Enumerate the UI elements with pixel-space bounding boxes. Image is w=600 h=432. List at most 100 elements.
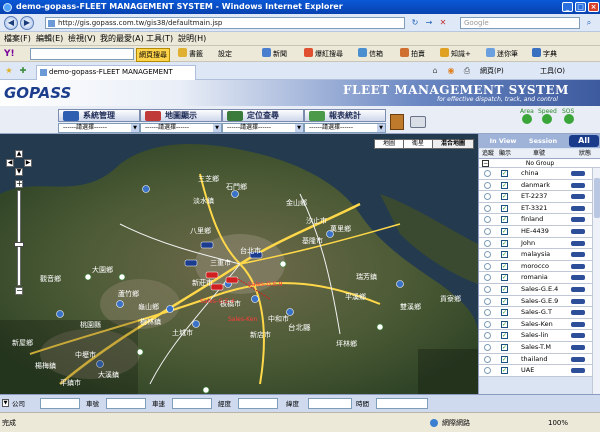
- track-radio[interactable]: [484, 332, 491, 340]
- track-radio[interactable]: [484, 274, 491, 282]
- pan-control[interactable]: ▲ ◀ ▶ ▼: [6, 150, 32, 176]
- menu-file[interactable]: 檔案(F): [4, 33, 31, 45]
- home-icon[interactable]: ⌂: [430, 66, 440, 76]
- bookmarks-button[interactable]: 書籤: [178, 48, 203, 60]
- vehicle-row[interactable]: ✓ malaysia: [479, 249, 593, 261]
- display-checkbox[interactable]: ✓: [501, 216, 508, 224]
- vehicle-row[interactable]: ✓ ET-3321: [479, 202, 593, 215]
- zoom-out-icon[interactable]: −: [15, 287, 23, 295]
- map-canvas[interactable]: [0, 134, 478, 394]
- add-favorites-icon[interactable]: ✚: [18, 66, 28, 76]
- news-button[interactable]: 新聞: [262, 48, 287, 60]
- display-checkbox[interactable]: ✓: [501, 320, 508, 328]
- hot-search-button[interactable]: 爆紅搜尋: [304, 48, 343, 60]
- zoom-slider-thumb[interactable]: [14, 242, 24, 247]
- vehicle-row[interactable]: ✓ Sales-lin: [479, 330, 593, 342]
- tab-fleet-management[interactable]: demo-gopass-FLEET MANAGEMENT SYSTEM: [36, 65, 196, 89]
- track-radio[interactable]: [484, 285, 491, 293]
- vehicle-row[interactable]: ✓ Sales-Ken: [479, 318, 593, 331]
- track-radio[interactable]: [484, 251, 491, 259]
- track-radio[interactable]: [484, 204, 491, 212]
- display-checkbox[interactable]: ✓: [501, 309, 508, 317]
- pan-up-icon[interactable]: ▲: [15, 150, 23, 158]
- display-checkbox[interactable]: ✓: [501, 274, 508, 282]
- mini-buddy-button[interactable]: 迷你筆: [486, 48, 518, 60]
- feeds-icon[interactable]: ◉: [446, 66, 456, 76]
- track-radio[interactable]: [484, 181, 491, 189]
- pan-right-icon[interactable]: ▶: [24, 159, 32, 167]
- pan-left-icon[interactable]: ◀: [6, 159, 14, 167]
- url-input[interactable]: http://gis.gopass.com.tw/gis38/defaultma…: [45, 17, 405, 29]
- track-radio[interactable]: [484, 320, 491, 328]
- zoom-in-icon[interactable]: +: [15, 180, 23, 188]
- vehicle-row[interactable]: ✓ Sales-G.E.4: [479, 283, 593, 296]
- minimize-button[interactable]: _: [562, 2, 573, 12]
- web-search-button[interactable]: 網頁搜尋: [136, 48, 170, 62]
- vehicle-row[interactable]: ✓ morocco: [479, 260, 593, 273]
- yahoo-search-input[interactable]: [30, 48, 134, 60]
- map-tab-map[interactable]: 地圖: [373, 139, 404, 149]
- zoom-level[interactable]: 100%: [548, 417, 568, 429]
- vehicle-row[interactable]: ✓ china: [479, 168, 593, 180]
- go-icon[interactable]: →: [424, 18, 434, 28]
- map-display-select[interactable]: ------請選擇------ ▼: [140, 123, 222, 133]
- report-statistics-select[interactable]: ------請選擇------ ▼: [304, 123, 386, 133]
- track-radio[interactable]: [484, 355, 491, 363]
- display-checkbox[interactable]: ✓: [501, 355, 508, 363]
- menu-view[interactable]: 檢視(V): [68, 33, 96, 45]
- window-title-bar[interactable]: demo-gopass-FLEET MANAGEMENT SYSTEM - Wi…: [0, 0, 600, 14]
- vehicle-row[interactable]: ✓ ET-2237: [479, 191, 593, 203]
- display-checkbox[interactable]: ✓: [501, 285, 508, 293]
- zoom-slider[interactable]: [17, 190, 21, 286]
- display-checkbox[interactable]: ✓: [501, 297, 508, 305]
- tab-in-view[interactable]: In View: [483, 136, 523, 147]
- track-radio[interactable]: [484, 227, 491, 235]
- refresh-icon[interactable]: ↻: [410, 18, 420, 28]
- display-checkbox[interactable]: ✓: [501, 367, 508, 375]
- display-checkbox[interactable]: ✓: [501, 193, 508, 201]
- map-tab-satellite[interactable]: 衛星: [402, 139, 433, 149]
- track-radio[interactable]: [484, 367, 491, 375]
- display-checkbox[interactable]: ✓: [501, 332, 508, 340]
- vehicle-row[interactable]: ✓ Sales-G.E.9: [479, 295, 593, 308]
- printer-icon[interactable]: [410, 116, 426, 128]
- location-search-button[interactable]: 定位查尋: [222, 109, 304, 122]
- search-icon[interactable]: ⌕: [584, 18, 594, 28]
- logout-door-icon[interactable]: [390, 114, 404, 130]
- print-icon[interactable]: ⎙: [462, 66, 472, 76]
- menu-favorites[interactable]: 我的最愛(A): [100, 33, 144, 45]
- map-display-button[interactable]: 地圖顯示: [140, 109, 222, 122]
- vehicle-row[interactable]: ✓ danmark: [479, 179, 593, 192]
- display-checkbox[interactable]: ✓: [501, 262, 508, 270]
- vehicle-row[interactable]: ✓ Sales-T.M: [479, 341, 593, 354]
- system-management-button[interactable]: 系統管理: [58, 109, 140, 122]
- menu-edit[interactable]: 編輯(E): [36, 33, 63, 45]
- mail-button[interactable]: 信箱: [358, 48, 383, 60]
- satellite-map[interactable]: 淡水鎮 八里鄉 三重市 新莊市 台北市 基隆市 汐止市 中和市 板橋市 樹林鎮 …: [0, 134, 478, 394]
- tab-session[interactable]: Session: [523, 136, 563, 147]
- knowledge-button[interactable]: 知識+: [440, 48, 471, 60]
- maximize-button[interactable]: □: [575, 2, 586, 12]
- collapse-icon[interactable]: −: [482, 160, 489, 167]
- display-checkbox[interactable]: ✓: [501, 204, 508, 212]
- settings-button[interactable]: 設定: [218, 48, 232, 60]
- back-button[interactable]: ◀: [4, 16, 18, 30]
- display-checkbox[interactable]: ✓: [501, 239, 508, 247]
- display-checkbox[interactable]: ✓: [501, 343, 508, 351]
- map-tab-hybrid[interactable]: 混合地圖: [431, 139, 474, 149]
- vehicle-row[interactable]: ✓ HE-4439: [479, 225, 593, 238]
- menu-tools[interactable]: 工具(T): [146, 33, 173, 45]
- tools-menu[interactable]: 工具(O): [540, 65, 565, 77]
- vehicle-row[interactable]: ✓ thailand: [479, 353, 593, 366]
- track-radio[interactable]: [484, 193, 491, 201]
- dictionary-button[interactable]: 字典: [532, 48, 557, 60]
- system-management-select[interactable]: ------請選擇------ ▼: [58, 123, 140, 133]
- track-radio[interactable]: [484, 309, 491, 317]
- forward-button[interactable]: ▶: [20, 16, 34, 30]
- auction-button[interactable]: 拍賣: [400, 48, 425, 60]
- location-search-select[interactable]: ------請選擇------ ▼: [222, 123, 304, 133]
- track-radio[interactable]: [484, 170, 491, 177]
- search-input[interactable]: Google: [460, 17, 580, 29]
- display-checkbox[interactable]: ✓: [501, 227, 508, 235]
- pan-down-icon[interactable]: ▼: [15, 168, 23, 176]
